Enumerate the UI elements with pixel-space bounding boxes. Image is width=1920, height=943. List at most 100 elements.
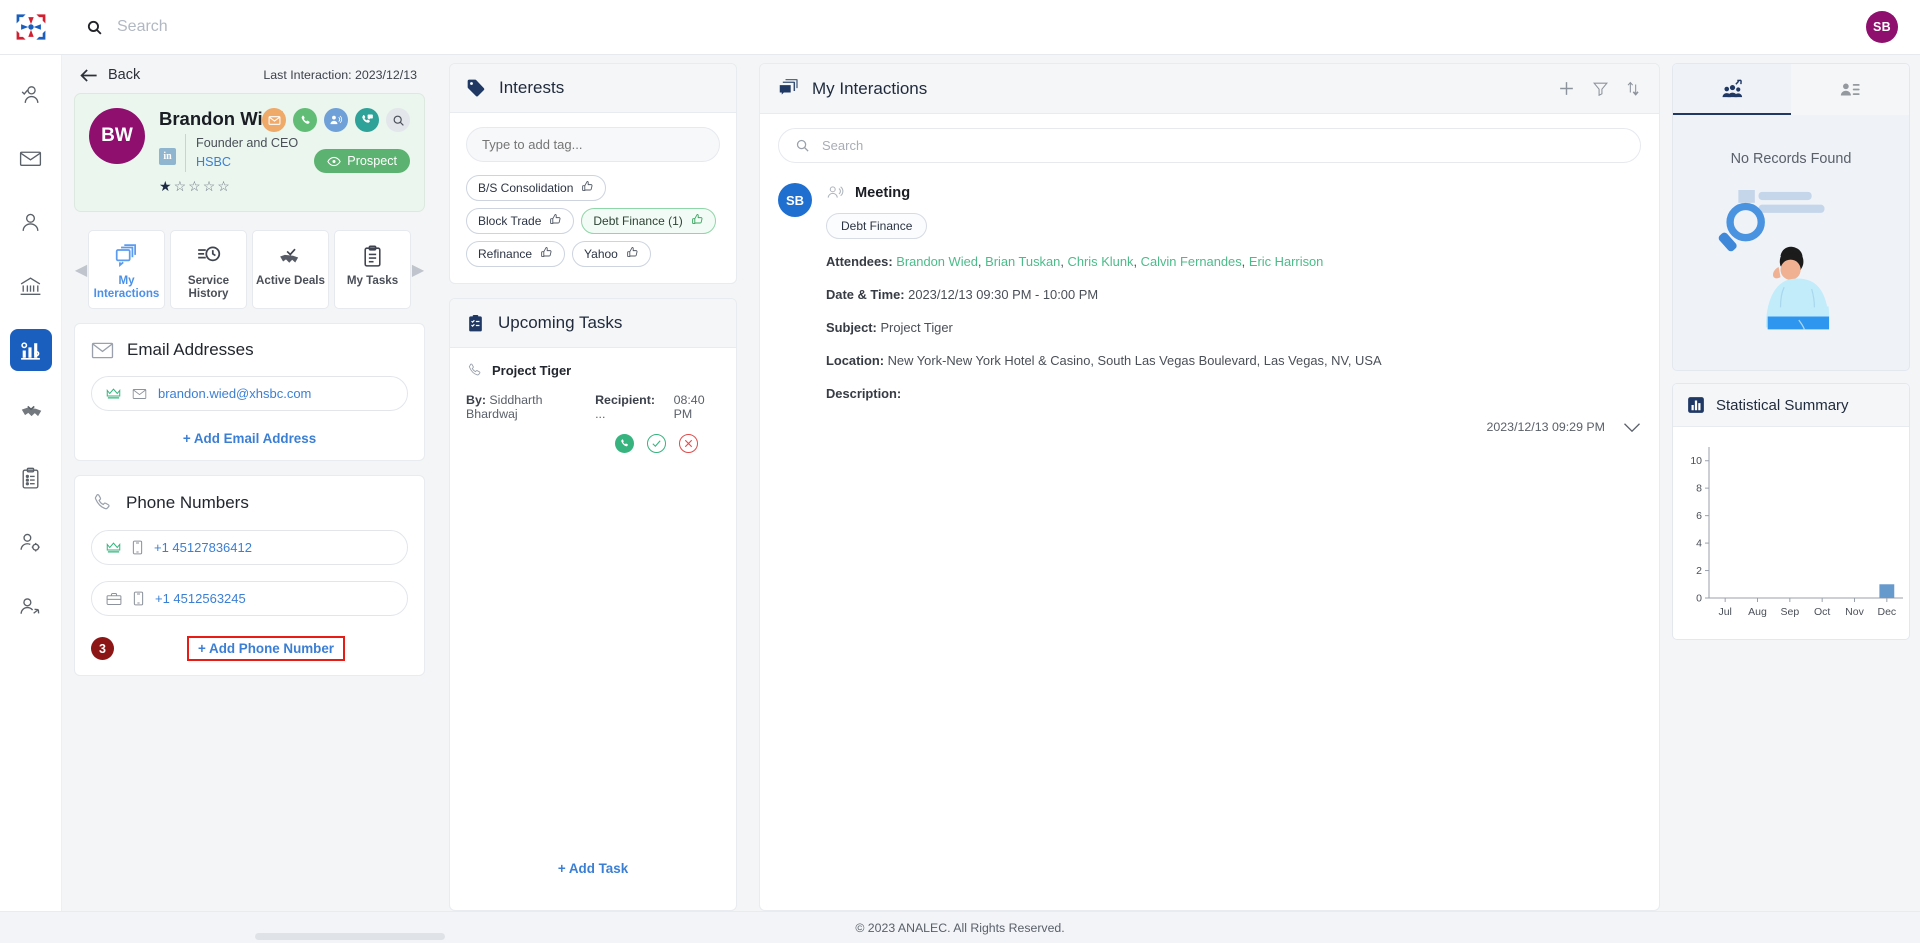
interaction-tag[interactable]: Debt Finance [826, 213, 928, 239]
search-icon [795, 138, 810, 153]
thumbs-up-icon[interactable] [691, 213, 704, 229]
interests-body: B/S Consolidation Block Trade [450, 113, 736, 283]
thumbs-up-icon[interactable] [540, 246, 553, 262]
interaction-body: Meeting Debt Finance Attendees: Brandon … [826, 183, 1641, 404]
add-phone-number-button[interactable]: + Add Phone Number [186, 636, 346, 662]
svg-text:Dec: Dec [1877, 606, 1896, 618]
interest-tag[interactable]: Block Trade [466, 208, 575, 234]
filter-icon[interactable] [1592, 80, 1609, 97]
email-action-icon[interactable] [262, 108, 286, 132]
datetime-value: 2023/12/13 09:30 PM - 10:00 PM [908, 287, 1099, 302]
task-item[interactable]: Project Tiger [466, 362, 720, 379]
global-search[interactable] [62, 18, 1866, 36]
sidebar-item-deals[interactable] [10, 393, 52, 435]
tab-service-history[interactable]: Service History [170, 230, 247, 310]
attendee-link[interactable]: Eric Harrison [1249, 254, 1324, 269]
email-row-1[interactable]: brandon.wied@xhsbc.com [91, 376, 408, 412]
attendee-link[interactable]: Brian Tuskan [985, 254, 1060, 269]
linkedin-icon[interactable]: in [159, 148, 176, 166]
my-interactions-header-actions [1557, 79, 1641, 98]
thumbs-up-icon[interactable] [626, 246, 639, 262]
tab-my-tasks[interactable]: My Tasks [334, 230, 411, 310]
interest-tag[interactable]: Refinance [466, 241, 566, 267]
task-call-icon[interactable] [615, 434, 634, 453]
interest-tag-label: B/S Consolidation [478, 181, 574, 195]
primary-crown-icon [106, 541, 121, 554]
right-column: No Records Found Statistical Summary 0 2… [1670, 55, 1920, 911]
contact-company[interactable]: HSBC [196, 153, 298, 172]
star-filled-1[interactable]: ★ [159, 178, 172, 195]
search-action-icon[interactable] [386, 108, 410, 132]
phone-receiver-icon [466, 362, 483, 379]
sidebar-item-institutions[interactable] [10, 265, 52, 307]
star-empty-5[interactable]: ☆ [217, 178, 230, 195]
interest-tag[interactable]: Debt Finance (1) [581, 208, 716, 234]
empty-state-illustration [1673, 173, 1909, 370]
phone-row-1[interactable]: +1 45127836412 [91, 530, 408, 566]
conference-action-icon[interactable] [324, 108, 348, 132]
star-empty-2[interactable]: ☆ [174, 178, 187, 195]
video-call-action-icon[interactable] [355, 108, 379, 132]
tabs-prev-arrow[interactable]: ◀ [74, 260, 88, 280]
subject-label: Subject: [826, 320, 877, 335]
svg-text:10: 10 [1690, 455, 1702, 467]
sidebar-item-user-settings[interactable] [10, 521, 52, 563]
task-complete-icon[interactable] [647, 434, 666, 453]
tabs-next-arrow[interactable]: ▶ [411, 260, 425, 280]
tab-my-interactions[interactable]: My Interactions [88, 230, 165, 310]
email-panel-title-text: Email Addresses [127, 340, 254, 360]
sidebar-item-tasks[interactable] [10, 457, 52, 499]
datetime-label: Date & Time: [826, 287, 905, 302]
attendee-link[interactable]: Calvin Fernandes [1141, 254, 1242, 269]
task-meta: By: Siddharth Bhardwaj Recipient: ... 08… [466, 393, 720, 421]
upcoming-tasks-body: Project Tiger By: Siddharth Bhardwaj Rec… [450, 348, 736, 910]
add-email-address-button[interactable]: + Add Email Address [91, 431, 408, 446]
star-empty-4[interactable]: ☆ [203, 178, 216, 195]
attendee-link[interactable]: Chris Klunk [1068, 254, 1134, 269]
thumbs-up-icon[interactable] [549, 213, 562, 229]
svg-text:Oct: Oct [1814, 606, 1830, 618]
interest-tag[interactable]: Yahoo [572, 241, 651, 267]
status-badge[interactable]: Prospect [314, 149, 410, 173]
svg-text:4: 4 [1696, 538, 1702, 550]
task-clipboard-icon [466, 314, 485, 333]
task-by-label: By: [466, 393, 486, 407]
contact-action-icons [262, 108, 410, 132]
user-avatar[interactable]: SB [1866, 11, 1898, 43]
phone-action-icon[interactable] [293, 108, 317, 132]
interest-tag[interactable]: B/S Consolidation [466, 175, 607, 201]
star-empty-3[interactable]: ☆ [188, 178, 201, 195]
global-search-input[interactable] [117, 18, 537, 36]
interactions-search[interactable] [778, 128, 1641, 163]
thumbs-up-icon[interactable] [581, 180, 594, 196]
eye-icon [327, 156, 342, 166]
team-analytics-icon [1722, 79, 1742, 98]
sidebar-item-analytics[interactable] [9, 329, 52, 371]
add-tag-input[interactable] [466, 127, 720, 162]
tab-team-analytics[interactable] [1673, 64, 1791, 115]
horizontal-scrollbar[interactable] [255, 933, 445, 940]
add-interaction-icon[interactable] [1557, 79, 1576, 98]
tab-active-deals[interactable]: Active Deals [252, 230, 329, 310]
task-subject: Project Tiger [492, 363, 572, 378]
sidebar-item-approvals[interactable] [10, 73, 52, 115]
tab-contact-card[interactable] [1791, 64, 1909, 115]
sort-icon[interactable] [1625, 80, 1641, 97]
meeting-icon [826, 183, 845, 202]
sidebar-item-mail[interactable] [10, 137, 52, 179]
brand-logo-container[interactable] [0, 0, 62, 55]
phone-row-2[interactable]: +1 4512563245 [91, 581, 408, 617]
chevron-down-icon[interactable] [1623, 421, 1641, 434]
sidebar-item-contacts[interactable] [10, 201, 52, 243]
institution-icon [20, 276, 41, 295]
add-task-button[interactable]: + Add Task [466, 861, 720, 894]
sidebar-item-share[interactable] [10, 585, 52, 627]
attendee-link[interactable]: Brandon Wied [896, 254, 978, 269]
task-cancel-icon[interactable] [679, 434, 698, 453]
interaction-footer: 2023/12/13 09:29 PM [760, 410, 1659, 434]
rating-stars[interactable]: ★ ☆ ☆ ☆ ☆ [159, 178, 410, 195]
interactions-search-input[interactable] [822, 138, 1624, 153]
top-bar: SB [0, 0, 1920, 55]
phone-value-2: +1 4512563245 [155, 591, 246, 607]
back-button[interactable]: Back [76, 63, 150, 87]
